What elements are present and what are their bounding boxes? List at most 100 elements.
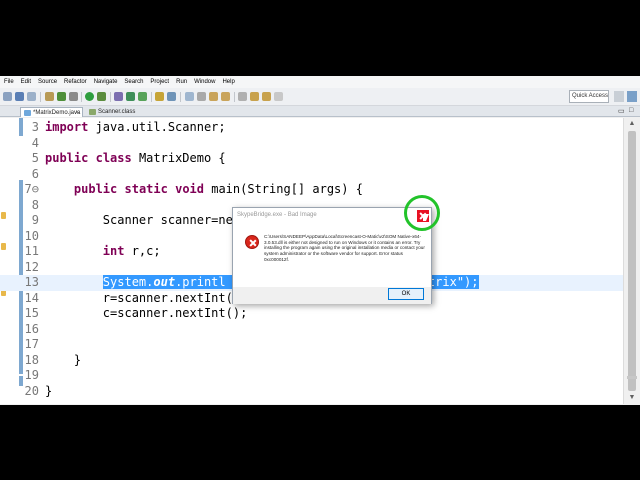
code-line[interactable]: 20} (0, 384, 623, 400)
code-token: main(String[] args) { (204, 182, 363, 196)
code-token: static (124, 182, 168, 196)
overview-mark (627, 376, 637, 379)
tab-scanner-class[interactable]: Scanner.class (86, 107, 141, 117)
line-number: 4 (31, 135, 39, 150)
dialog-title: SkypeBridge.exe - Bad Image (237, 212, 317, 218)
toolbar-separator (180, 92, 181, 102)
code-line[interactable]: 19 (0, 368, 623, 384)
debug-icon[interactable] (45, 92, 54, 101)
line-number: 11 (24, 244, 39, 258)
line-number: 13 (24, 275, 39, 289)
code-line[interactable]: 17 (0, 337, 623, 353)
maximize-icon[interactable]: □ (629, 107, 633, 114)
search-icon[interactable] (167, 92, 176, 101)
menu-edit[interactable]: Edit (21, 79, 31, 85)
code-token: c=scanner.nextInt(); (45, 306, 248, 320)
scroll-down-icon[interactable]: ▼ (624, 392, 640, 404)
line-number: 7⊖ (24, 182, 39, 196)
dialog-message: C:\Users\SANDEEP\AppData\Local\Screencas… (264, 234, 425, 262)
editor-scrollbar[interactable]: ▲ ▼ (623, 118, 640, 404)
tab-label: *MatrixDemo.java (33, 110, 81, 116)
code-token: r,c; (124, 244, 161, 258)
annotation-prev-icon[interactable] (221, 92, 230, 101)
menu-search[interactable]: Search (124, 79, 143, 85)
menu-refactor[interactable]: Refactor (64, 79, 87, 85)
line-number: 16 (24, 321, 39, 336)
dropdown-icon[interactable] (274, 92, 283, 101)
menu-file[interactable]: File (4, 79, 14, 85)
java-perspective-icon[interactable] (627, 91, 637, 102)
line-number: 10 (24, 228, 39, 243)
ok-button[interactable]: OK (388, 288, 424, 300)
pin-icon[interactable] (197, 92, 206, 101)
back-icon[interactable] (250, 92, 259, 101)
main-toolbar: Quick Access (0, 88, 640, 106)
settings-icon[interactable] (69, 92, 78, 101)
code-token: Scanner scanner=new (45, 213, 241, 227)
code-line[interactable]: 7⊖ public static void main(String[] args… (0, 182, 623, 198)
scroll-thumb[interactable] (628, 131, 636, 391)
dialog-titlebar: SkypeBridge.exe - Bad Image (233, 208, 431, 225)
dialog-footer: OK (233, 287, 431, 304)
code-token: java.util.Scanner; (88, 120, 226, 134)
dialog-body: C:\Users\SANDEEP\AppData\Local\Screencas… (233, 225, 431, 287)
menu-source[interactable]: Source (38, 79, 57, 85)
code-line[interactable]: 6 (0, 167, 623, 183)
menu-bar: File Edit Source Refactor Navigate Searc… (0, 76, 640, 88)
code-line[interactable]: 3 import java.util.Scanner; (0, 120, 623, 136)
menu-run[interactable]: Run (176, 79, 187, 85)
java-file-icon (24, 110, 31, 116)
external-tools-icon[interactable] (97, 92, 106, 101)
new-file-icon[interactable] (3, 92, 12, 101)
open-type-icon[interactable] (155, 92, 164, 101)
code-token: public (45, 151, 89, 165)
scroll-up-icon[interactable]: ▲ (624, 118, 640, 130)
menu-navigate[interactable]: Navigate (94, 79, 118, 85)
class-file-icon (89, 109, 96, 115)
tab-label: Scanner.class (98, 109, 136, 115)
open-perspective-icon[interactable] (614, 91, 624, 102)
line-number: 20 (24, 383, 39, 398)
code-text: import java.util.Scanner; (45, 120, 226, 136)
code-token: } (45, 383, 53, 398)
menu-window[interactable]: Window (194, 79, 215, 85)
code-text: } (45, 353, 81, 369)
code-line[interactable]: 16 (0, 322, 623, 338)
error-icon (245, 235, 259, 249)
minimize-icon[interactable]: ▭ (618, 107, 625, 115)
code-token: class (95, 151, 132, 165)
code-line[interactable]: 4 (0, 136, 623, 152)
line-number: 8 (31, 197, 39, 212)
new-java-project-icon[interactable] (114, 92, 123, 101)
run-icon[interactable] (85, 92, 94, 101)
code-token: void (175, 182, 204, 196)
quick-access-field[interactable]: Quick Access (569, 90, 609, 103)
menu-project[interactable]: Project (150, 79, 169, 85)
code-line[interactable]: 15 c=scanner.nextInt(); (0, 306, 623, 322)
code-text: r=scanner.nextInt( (45, 291, 233, 307)
save-icon[interactable] (15, 92, 24, 101)
annotation-next-icon[interactable] (209, 92, 218, 101)
menu-help[interactable]: Help (222, 79, 234, 85)
close-icon[interactable]: × (75, 108, 79, 118)
last-edit-icon[interactable] (238, 92, 247, 101)
new-class-icon[interactable] (138, 92, 147, 101)
forward-icon[interactable] (262, 92, 271, 101)
code-line[interactable]: 5 public class MatrixDemo { (0, 151, 623, 167)
line-number: 14 (24, 290, 39, 305)
save-all-icon[interactable] (27, 92, 36, 101)
code-token: System. (102, 275, 154, 289)
code-text: } (45, 384, 52, 400)
code-text: Scanner scanner=new (45, 213, 240, 229)
toggle-mark-icon[interactable] (185, 92, 194, 101)
code-line[interactable]: 18 } (0, 353, 623, 369)
coverage-icon[interactable] (57, 92, 66, 101)
tab-matrixdemo[interactable]: *MatrixDemo.java × (20, 107, 83, 117)
new-package-icon[interactable] (126, 92, 135, 101)
code-text: public class MatrixDemo { (45, 151, 226, 167)
toolbar-separator (151, 92, 152, 102)
code-token: .printl (175, 275, 226, 289)
